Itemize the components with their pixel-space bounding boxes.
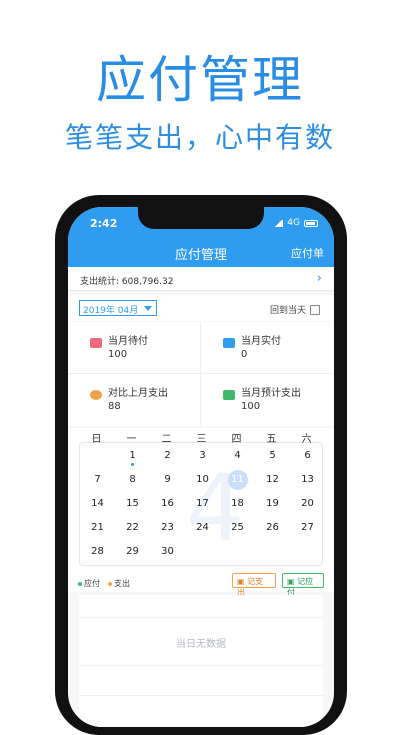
records-list: 当日无数据 bbox=[79, 595, 323, 727]
stat-card-forecast[interactable]: 当月预计支出 100 bbox=[201, 374, 334, 426]
cash-icon bbox=[223, 390, 235, 400]
calendar-day[interactable]: 10 bbox=[185, 474, 220, 485]
weekday-header: 五 bbox=[266, 434, 277, 445]
status-time: 2:42 bbox=[90, 217, 118, 230]
money-bag-icon bbox=[90, 390, 102, 400]
calendar-day[interactable]: 7 bbox=[80, 474, 115, 485]
chevron-right-icon: › bbox=[316, 271, 322, 286]
calendar-day[interactable]: 13 bbox=[290, 474, 325, 485]
calendar-day[interactable]: 14 bbox=[80, 498, 115, 509]
calendar-day[interactable]: 20 bbox=[290, 498, 325, 509]
stat-value: 0 bbox=[241, 349, 248, 360]
legend-expense-label: 支出 bbox=[114, 579, 130, 588]
divider bbox=[79, 617, 323, 618]
divider bbox=[79, 695, 323, 696]
calendar-day[interactable]: 28 bbox=[80, 546, 115, 557]
calendar-day[interactable]: 12 bbox=[255, 474, 290, 485]
calendar-day[interactable]: 3 bbox=[185, 450, 220, 461]
status-network: 4G bbox=[273, 218, 318, 228]
stats-cards: 当月待付 100 当月实付 0 对比上月支出 88 当月预计支出 100 bbox=[68, 322, 334, 426]
expense-dot-icon bbox=[108, 581, 112, 586]
calendar-day[interactable]: 16 bbox=[150, 498, 185, 509]
summary-row[interactable]: 支出统计: 608,796.32 › bbox=[68, 267, 334, 291]
calendar-day[interactable]: 15 bbox=[115, 498, 150, 509]
dropdown-arrow-icon bbox=[144, 306, 152, 311]
wallet-icon bbox=[90, 338, 102, 348]
calendar-grid: 4 1 2 3 4 5 6 7 8 9 10 11 12 13 14 15 16 17 18 19 20 21 22 23 2… bbox=[79, 442, 323, 566]
month-label: 2019年 04月 bbox=[83, 306, 139, 316]
weekday-header: 一 bbox=[126, 434, 137, 445]
receipt-icon: ▣ bbox=[287, 577, 298, 586]
add-expense-button[interactable]: ▣ 记支出 bbox=[232, 573, 276, 597]
legend-pay-label: 应付 bbox=[84, 579, 100, 588]
stat-label: 当月待付 bbox=[108, 336, 148, 347]
calendar-day[interactable]: 30 bbox=[150, 546, 185, 557]
nav-bar: 应付管理 应付单 bbox=[68, 237, 334, 267]
phone-frame: 2:42 4G 应付管理 应付单 支出统计: 608,796.32 › 2019… bbox=[55, 195, 347, 735]
calendar-day[interactable]: 5 bbox=[255, 450, 290, 461]
add-payable-button[interactable]: ▣ 记应付 bbox=[282, 573, 324, 597]
notch bbox=[138, 207, 264, 229]
stat-value: 100 bbox=[241, 401, 261, 412]
hero-title: 应付管理 bbox=[96, 51, 304, 109]
calendar-day[interactable]: 26 bbox=[255, 522, 290, 533]
calendar-day[interactable]: 29 bbox=[115, 546, 150, 557]
legend-pay: 应付 bbox=[78, 578, 100, 589]
weekday-header: 二 bbox=[161, 434, 172, 445]
receipt-icon: ▣ bbox=[237, 577, 248, 586]
calendar-day[interactable]: 1 bbox=[115, 450, 150, 461]
calendar-day[interactable]: 18 bbox=[220, 498, 255, 509]
calendar-day[interactable]: 27 bbox=[290, 522, 325, 533]
pay-dot-icon bbox=[78, 581, 82, 586]
calendar-day[interactable]: 11 bbox=[220, 474, 255, 485]
phone-screen: 2:42 4G 应付管理 应付单 支出统计: 608,796.32 › 2019… bbox=[68, 207, 334, 727]
calendar-day[interactable]: 24 bbox=[185, 522, 220, 533]
weekday-header: 四 bbox=[231, 434, 242, 445]
calendar-day[interactable]: 8 bbox=[115, 474, 150, 485]
stat-card-compare[interactable]: 对比上月支出 88 bbox=[68, 374, 201, 426]
card-icon bbox=[223, 338, 235, 348]
stat-label: 当月实付 bbox=[241, 336, 281, 347]
legend-expense: 支出 bbox=[108, 578, 130, 589]
calendar-day[interactable]: 23 bbox=[150, 522, 185, 533]
calendar-day[interactable]: 19 bbox=[255, 498, 290, 509]
calendar: 4 1 2 3 4 5 6 7 8 9 10 11 12 13 14 15 16 17 18 19 20 21 22 23 2… bbox=[68, 428, 334, 570]
stat-value: 88 bbox=[108, 401, 121, 412]
stat-value: 100 bbox=[108, 349, 128, 360]
month-row: 2019年 04月 回到当天 bbox=[68, 295, 334, 321]
calendar-day[interactable]: 21 bbox=[80, 522, 115, 533]
calendar-day[interactable]: 25 bbox=[220, 522, 255, 533]
network-label: 4G bbox=[287, 218, 300, 228]
calendar-day[interactable]: 22 bbox=[115, 522, 150, 533]
weekday-header: 日 bbox=[91, 434, 102, 445]
calendar-day[interactable]: 2 bbox=[150, 450, 185, 461]
calendar-icon bbox=[310, 304, 320, 315]
calendar-day[interactable]: 6 bbox=[290, 450, 325, 461]
calendar-day[interactable]: 4 bbox=[220, 450, 255, 461]
month-select[interactable]: 2019年 04月 bbox=[79, 300, 157, 316]
weekday-header: 三 bbox=[196, 434, 207, 445]
today-label: 回到当天 bbox=[269, 306, 306, 316]
calendar-day[interactable]: 9 bbox=[150, 474, 185, 485]
signal-icon bbox=[273, 219, 284, 227]
stat-card-paid[interactable]: 当月实付 0 bbox=[201, 322, 334, 374]
weekday-header: 六 bbox=[301, 434, 312, 445]
stat-label: 对比上月支出 bbox=[108, 388, 168, 399]
stat-card-pending[interactable]: 当月待付 100 bbox=[68, 322, 201, 374]
stat-label: 当月预计支出 bbox=[241, 388, 301, 399]
hero-subtitle: 笔笔支出，心中有数 bbox=[64, 121, 335, 154]
divider bbox=[79, 665, 323, 666]
summary-text: 支出统计: 608,796.32 bbox=[80, 277, 174, 287]
back-to-today-button[interactable]: 回到当天 bbox=[270, 303, 320, 316]
battery-icon bbox=[304, 219, 318, 227]
payable-list-link[interactable]: 应付单 bbox=[291, 245, 324, 261]
calendar-day[interactable]: 17 bbox=[185, 498, 220, 509]
legend-row: 应付 支出 ▣ 记支出 ▣ 记应付 bbox=[68, 570, 334, 597]
empty-message: 当日无数据 bbox=[176, 639, 226, 650]
record-dot-icon bbox=[131, 463, 134, 466]
